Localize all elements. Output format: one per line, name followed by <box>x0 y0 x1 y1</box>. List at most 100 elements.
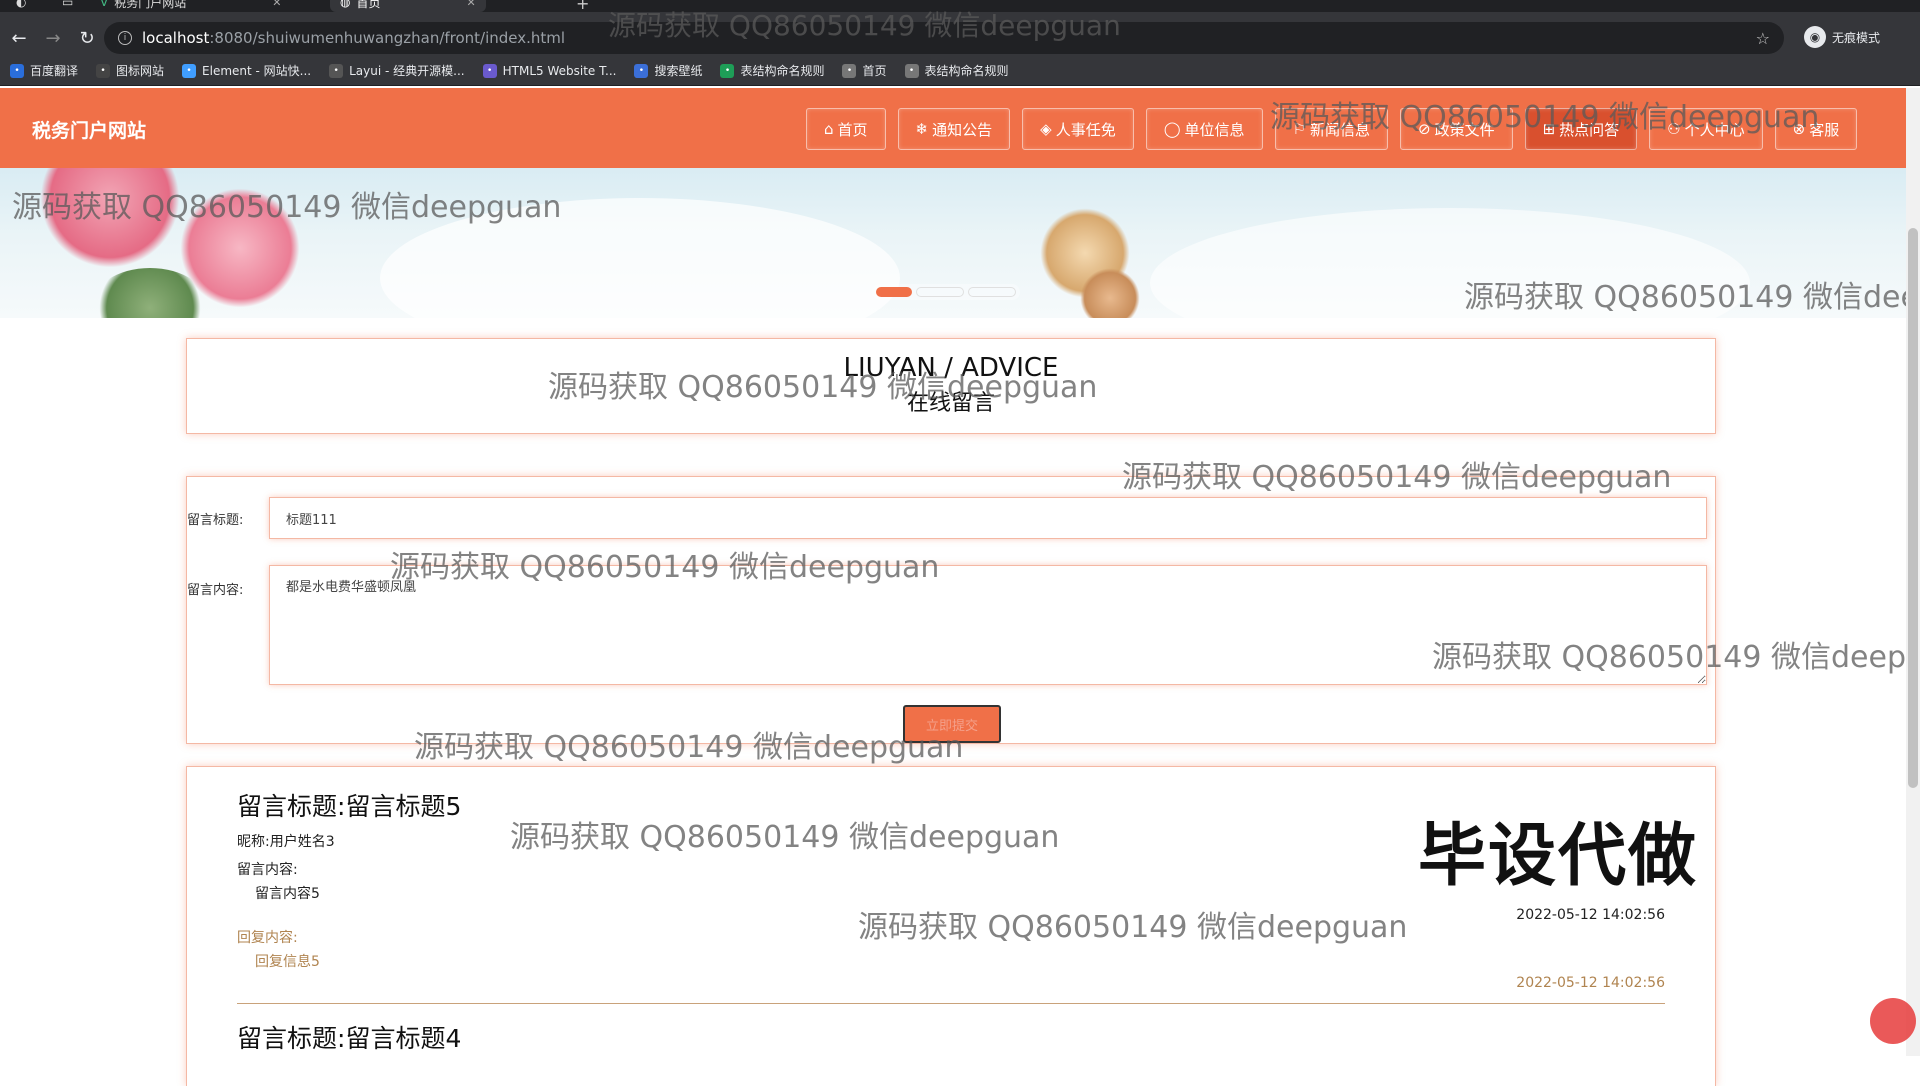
qa-icon: ⊞ <box>1542 120 1556 138</box>
nav-label: 热点问答 <box>1559 120 1620 139</box>
message-divider <box>237 1003 1665 1004</box>
wallpaper-icon: • <box>634 63 649 78</box>
nav-item[interactable]: ❄ 通知公告 <box>897 108 1011 150</box>
window-icon: ▭ <box>62 0 74 9</box>
bookmark-label: Layui - 经典开源模... <box>349 64 465 78</box>
message-form: 留言标题: 留言内容: 都是水电费华盛顿凤凰 立即提交 <box>186 476 1716 744</box>
news-icon: ⚐ <box>1292 120 1306 138</box>
banner-flower <box>1080 268 1140 318</box>
layers-icon: ◈ <box>1040 120 1052 138</box>
banner-cloud <box>1150 208 1750 318</box>
close-icon[interactable]: ✕ <box>467 0 476 9</box>
nav-label: 政策文件 <box>1434 120 1495 139</box>
url-path: :8080/shuiwumenhuwangzhan/front/index.ht… <box>209 29 566 47</box>
notice-icon: ❄ <box>915 120 929 138</box>
policy-icon: ⊘ <box>1417 120 1431 138</box>
incognito-label: 无痕模式 <box>1831 30 1880 45</box>
carousel-dot[interactable] <box>916 287 964 297</box>
tab-title: 税务门户网站 <box>114 0 187 10</box>
site-title[interactable]: 税务门户网站 <box>32 116 146 143</box>
nav-item[interactable]: ◈ 人事任免 <box>1022 108 1134 150</box>
cursor-highlight <box>1870 998 1916 1044</box>
bookmark-item[interactable]: • HTML5 Website T... <box>482 63 617 78</box>
content-label: 留言内容: <box>187 583 244 598</box>
message-content: 留言内容5 <box>255 886 320 902</box>
banner-flower <box>40 168 180 268</box>
bookmark-label: 表结构命名规则 <box>740 64 825 78</box>
nav-item[interactable]: ◯ 单位信息 <box>1145 108 1263 150</box>
bookmark-label: Element - 网站快... <box>202 64 312 78</box>
info-icon[interactable]: i <box>118 31 132 45</box>
address-bar[interactable]: i localhost:8080/shuiwumenhuwangzhan/fro… <box>104 22 1784 54</box>
nav-label: 个人中心 <box>1684 120 1745 139</box>
nav-label: 单位信息 <box>1184 120 1245 139</box>
nav-item[interactable]: ⊗ 客服 <box>1774 108 1858 150</box>
reply-time: 2022-05-12 14:02:56 <box>1516 975 1665 991</box>
bookmark-label: 搜索壁纸 <box>654 64 703 78</box>
banner-cloud <box>380 198 900 318</box>
reload-icon[interactable]: ↻ <box>72 23 102 53</box>
bookmark-label: 图标网站 <box>116 64 165 78</box>
message-title: 留言标题:留言标题5 <box>237 787 461 823</box>
html5-icon: • <box>482 63 497 78</box>
message-content-label: 留言内容: <box>237 862 298 878</box>
unit-icon: ◯ <box>1163 120 1181 138</box>
message-title-text: 留言标题5 <box>345 792 462 821</box>
pinned-tab[interactable]: ▭ <box>52 0 83 12</box>
bookmark-label: 表结构命名规则 <box>924 64 1009 78</box>
bookmark-item[interactable]: • 图标网站 <box>96 62 164 79</box>
bookmark-star-icon[interactable]: ☆ <box>1756 29 1770 48</box>
bookmark-item[interactable]: • 表结构命名规则 <box>720 62 824 79</box>
user-icon: ⚇ <box>1667 120 1681 138</box>
service-icon: ⊗ <box>1792 120 1806 138</box>
forward-icon[interactable]: → <box>38 23 68 53</box>
bookmark-item[interactable]: • Layui - 经典开源模... <box>329 62 465 79</box>
title-input[interactable] <box>269 497 1707 539</box>
sheet-icon: • <box>720 63 735 78</box>
content-textarea[interactable]: 都是水电费华盛顿凤凰 <box>269 565 1707 685</box>
reply-content: 回复信息5 <box>255 954 320 970</box>
bookmark-label: HTML5 Website T... <box>502 63 617 78</box>
nav-label: 客服 <box>1809 120 1840 139</box>
bookmark-item[interactable]: • 首页 <box>842 62 887 79</box>
layui-icon: • <box>329 63 344 78</box>
nav-item[interactable]: ⌂ 首页 <box>806 108 886 150</box>
bookmark-item[interactable]: • Element - 网站快... <box>182 62 311 79</box>
carousel-dot[interactable] <box>876 287 912 297</box>
element-icon: • <box>182 63 197 78</box>
message-nickname: 昵称:用户姓名3 <box>237 834 335 850</box>
nav-item[interactable]: ⚐ 新闻信息 <box>1274 108 1388 150</box>
tab-home[interactable]: ◍ 首页 ✕ <box>330 0 486 12</box>
back-icon[interactable]: ← <box>4 23 34 53</box>
nav-item[interactable]: ⚇ 个人中心 <box>1649 108 1763 150</box>
message-title-text: 留言标题4 <box>345 1024 462 1053</box>
incognito-indicator[interactable]: ◉ 无痕模式 <box>1803 26 1880 48</box>
close-icon[interactable]: ✕ <box>272 0 281 9</box>
nav-item[interactable]: ⊞ 热点问答 <box>1524 108 1638 150</box>
bookmark-label: 百度翻译 <box>30 64 79 78</box>
vue-icon: V <box>100 0 109 9</box>
carousel-dot[interactable] <box>968 287 1016 297</box>
new-tab-icon[interactable]: + <box>576 0 589 12</box>
submit-button[interactable]: 立即提交 <box>903 705 1001 743</box>
browser-menu-tab[interactable]: ◐ <box>6 0 46 12</box>
reply-label: 回复内容: <box>237 930 298 946</box>
bookmark-item[interactable]: • 搜索壁纸 <box>634 62 702 79</box>
nav-label: 新闻信息 <box>1309 120 1370 139</box>
scrollbar-thumb[interactable] <box>1908 228 1918 788</box>
message-title: 留言标题:留言标题4 <box>237 1019 461 1055</box>
bookmark-item[interactable]: • 百度翻译 <box>10 62 78 79</box>
nav-item[interactable]: ⊘ 政策文件 <box>1399 108 1513 150</box>
bookmark-item[interactable]: • 表结构命名规则 <box>904 62 1009 79</box>
globe-icon: • <box>904 63 919 78</box>
heading-chinese: 在线留言 <box>906 391 995 416</box>
tab-site[interactable]: V 税务门户网站 ✕ <box>90 0 291 12</box>
site-header: 税务门户网站 ⌂ 首页 ❄ 通知公告 ◈ 人事任免 ◯ 单位信息 ⚐ 新闻信息 ⊘ 政策文件 ⊞ 热点问答… <box>0 88 1906 168</box>
promo-overlay-text: 毕设代做 <box>1418 817 1699 896</box>
browser-tab-strip: ◐ ▭ V 税务门户网站 ✕ ◍ 首页 ✕ + <box>0 0 1920 12</box>
section-heading: LIUYAN / ADVICE 在线留言 <box>186 338 1716 434</box>
tab-title: 首页 <box>356 0 381 10</box>
bookmarks-bar: • 百度翻译 • 图标网站 • Element - 网站快... • Layui - 经典开源… <box>0 56 1920 86</box>
page-scrollbar[interactable] <box>1906 88 1920 1056</box>
banner-carousel[interactable] <box>0 168 1906 318</box>
